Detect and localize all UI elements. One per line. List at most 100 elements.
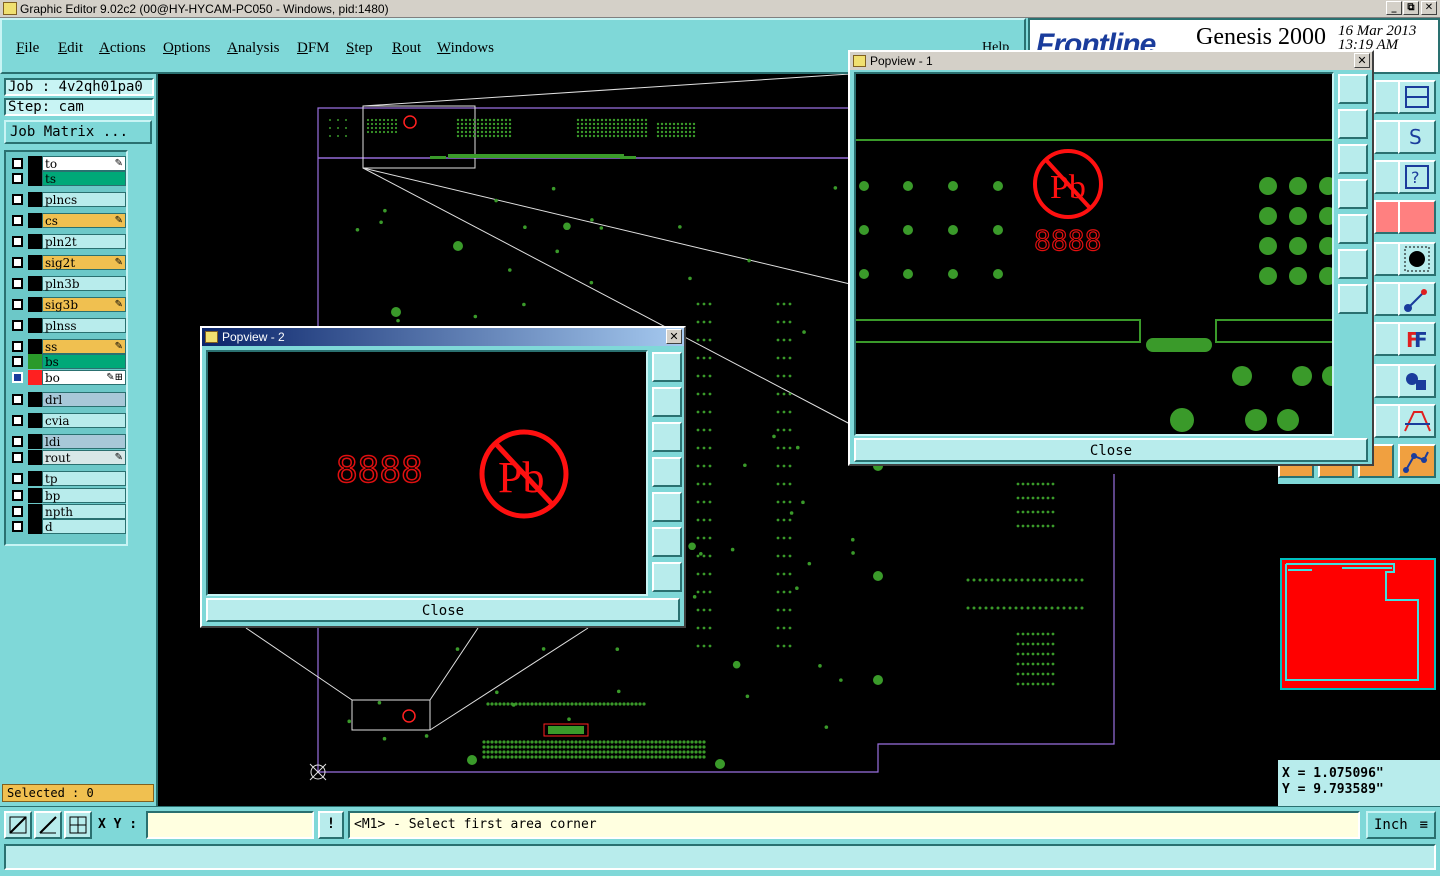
layer-row-ss[interactable]: ss ✎ xyxy=(8,339,126,354)
popview-2-view[interactable]: Pb 8888 xyxy=(206,350,648,596)
layer-row-pln3b[interactable]: pln3b xyxy=(8,276,126,291)
menu-rout[interactable]: Rout xyxy=(392,40,421,57)
layer-color-swatch[interactable] xyxy=(28,450,42,465)
layer-checkbox[interactable] xyxy=(12,194,23,205)
layer-name[interactable]: cvia xyxy=(42,413,126,428)
layer-name[interactable]: d xyxy=(42,519,126,534)
layer-row-sig2t[interactable]: sig2t ✎ xyxy=(8,255,126,270)
layer-name[interactable]: pln3b xyxy=(42,276,126,291)
tool-window2-btn[interactable] xyxy=(1398,80,1436,114)
layer-row-ts[interactable]: ts xyxy=(8,171,126,186)
zoom-in-icon[interactable] xyxy=(652,527,682,557)
close-window-button[interactable]: ✕ xyxy=(1421,1,1437,15)
layer-checkbox[interactable] xyxy=(12,521,23,532)
layer-checkbox[interactable] xyxy=(12,320,23,331)
layer-row-npth[interactable]: npth xyxy=(8,504,126,519)
pan-left-icon[interactable] xyxy=(1338,179,1368,209)
view-fit-icon[interactable] xyxy=(652,352,682,382)
layer-color-swatch[interactable] xyxy=(28,339,42,354)
layer-checkbox[interactable] xyxy=(12,341,23,352)
layer-name[interactable]: cs ✎ xyxy=(42,213,126,228)
layer-color-swatch[interactable] xyxy=(28,255,42,270)
layer-row-ldi[interactable]: ldi xyxy=(8,434,126,449)
layer-color-swatch[interactable] xyxy=(28,318,42,333)
layer-name[interactable]: tp xyxy=(42,471,126,486)
layer-color-swatch[interactable] xyxy=(28,354,42,369)
layer-name[interactable]: bp xyxy=(42,488,126,503)
zoom-area-icon[interactable] xyxy=(4,811,32,839)
layer-name[interactable]: ss ✎ xyxy=(42,339,126,354)
layer-color-swatch[interactable] xyxy=(28,471,42,486)
layer-checkbox[interactable] xyxy=(12,278,23,289)
layer-name[interactable]: rout ✎ xyxy=(42,450,126,465)
layer-checkbox[interactable] xyxy=(12,356,23,367)
layer-checkbox[interactable] xyxy=(12,490,23,501)
menu-step[interactable]: Step xyxy=(346,40,373,57)
layer-color-swatch[interactable] xyxy=(28,434,42,449)
layer-name[interactable]: bs xyxy=(42,354,126,369)
layer-checkbox[interactable] xyxy=(12,436,23,447)
tool-circle-btn[interactable] xyxy=(1398,242,1436,276)
layer-checkbox[interactable] xyxy=(12,473,23,484)
layer-name[interactable]: bo ✎⊞ xyxy=(42,370,126,385)
pan-down-icon[interactable] xyxy=(1338,144,1368,174)
layer-name[interactable]: ts xyxy=(42,171,126,186)
popview-1-view[interactable]: Pb 8888 xyxy=(854,72,1334,436)
tool-triangle2-btn[interactable] xyxy=(1398,404,1436,438)
layer-row-plncs[interactable]: plncs xyxy=(8,192,126,207)
layer-color-swatch[interactable] xyxy=(28,392,42,407)
layer-checkbox[interactable] xyxy=(12,158,23,169)
pan-down-icon[interactable] xyxy=(652,422,682,452)
menu-dfm[interactable]: DFM xyxy=(297,40,330,57)
job-matrix-button[interactable]: Job Matrix ... xyxy=(4,120,152,144)
layer-row-cs[interactable]: cs ✎ xyxy=(8,213,126,228)
snap-grid-icon[interactable] xyxy=(64,811,92,839)
layer-checkbox[interactable] xyxy=(12,506,23,517)
layer-color-swatch[interactable] xyxy=(28,156,42,171)
menu-options[interactable]: Options xyxy=(163,40,211,57)
layer-color-swatch[interactable] xyxy=(28,297,42,312)
layer-checkbox[interactable] xyxy=(12,173,23,184)
tool-shapes-btn[interactable] xyxy=(1398,364,1436,398)
layer-checkbox[interactable] xyxy=(12,372,23,383)
layer-color-swatch[interactable] xyxy=(28,413,42,428)
layer-color-swatch[interactable] xyxy=(28,276,42,291)
layer-color-swatch[interactable] xyxy=(28,488,42,503)
layer-name[interactable]: plnss xyxy=(42,318,126,333)
layer-color-swatch[interactable] xyxy=(28,192,42,207)
popview-1-close-button[interactable]: Close xyxy=(854,438,1368,462)
popview-1-close-icon[interactable]: ✕ xyxy=(1354,53,1370,68)
pan-up-icon[interactable] xyxy=(1338,109,1368,139)
layer-name[interactable]: sig2t ✎ xyxy=(42,255,126,270)
layer-row-to[interactable]: to ✎ xyxy=(8,156,126,171)
layer-row-bs[interactable]: bs xyxy=(8,354,126,369)
zoom-in-icon[interactable] xyxy=(1338,249,1368,279)
tool-s-curve-btn[interactable]: S xyxy=(1398,120,1436,154)
overview-panel[interactable] xyxy=(1278,484,1440,760)
tool-arrow2-btn[interactable] xyxy=(1398,282,1436,316)
menu-windows[interactable]: Windows xyxy=(437,40,494,57)
pan-left-icon[interactable] xyxy=(652,457,682,487)
layer-row-sig3b[interactable]: sig3b ✎ xyxy=(8,297,126,312)
layer-row-bp[interactable]: bp xyxy=(8,488,126,503)
zoom-out-icon[interactable] xyxy=(652,562,682,592)
help-question-button[interactable]: ? xyxy=(1398,160,1436,194)
layer-color-swatch[interactable] xyxy=(28,504,42,519)
maximize-button[interactable]: ⧉ xyxy=(1403,1,1419,15)
layer-color-swatch[interactable] xyxy=(28,213,42,228)
popview-2-close-icon[interactable]: ✕ xyxy=(666,329,682,344)
layer-name[interactable]: ldi xyxy=(42,434,126,449)
minimize-button[interactable]: _ xyxy=(1386,1,1402,15)
layer-color-swatch[interactable] xyxy=(28,171,42,186)
menu-analysis[interactable]: Analysis xyxy=(227,40,280,57)
layer-row-bo[interactable]: bo ✎⊞ xyxy=(8,370,126,385)
xy-input[interactable] xyxy=(146,811,314,839)
menu-edit[interactable]: Edit xyxy=(58,40,83,57)
layer-color-swatch[interactable] xyxy=(28,519,42,534)
layer-checkbox[interactable] xyxy=(12,415,23,426)
layer-checkbox[interactable] xyxy=(12,299,23,310)
layer-name[interactable]: sig3b ✎ xyxy=(42,297,126,312)
measure-icon[interactable] xyxy=(34,811,62,839)
layer-color-swatch[interactable] xyxy=(28,370,42,385)
tool-net-btn[interactable] xyxy=(1398,444,1436,478)
